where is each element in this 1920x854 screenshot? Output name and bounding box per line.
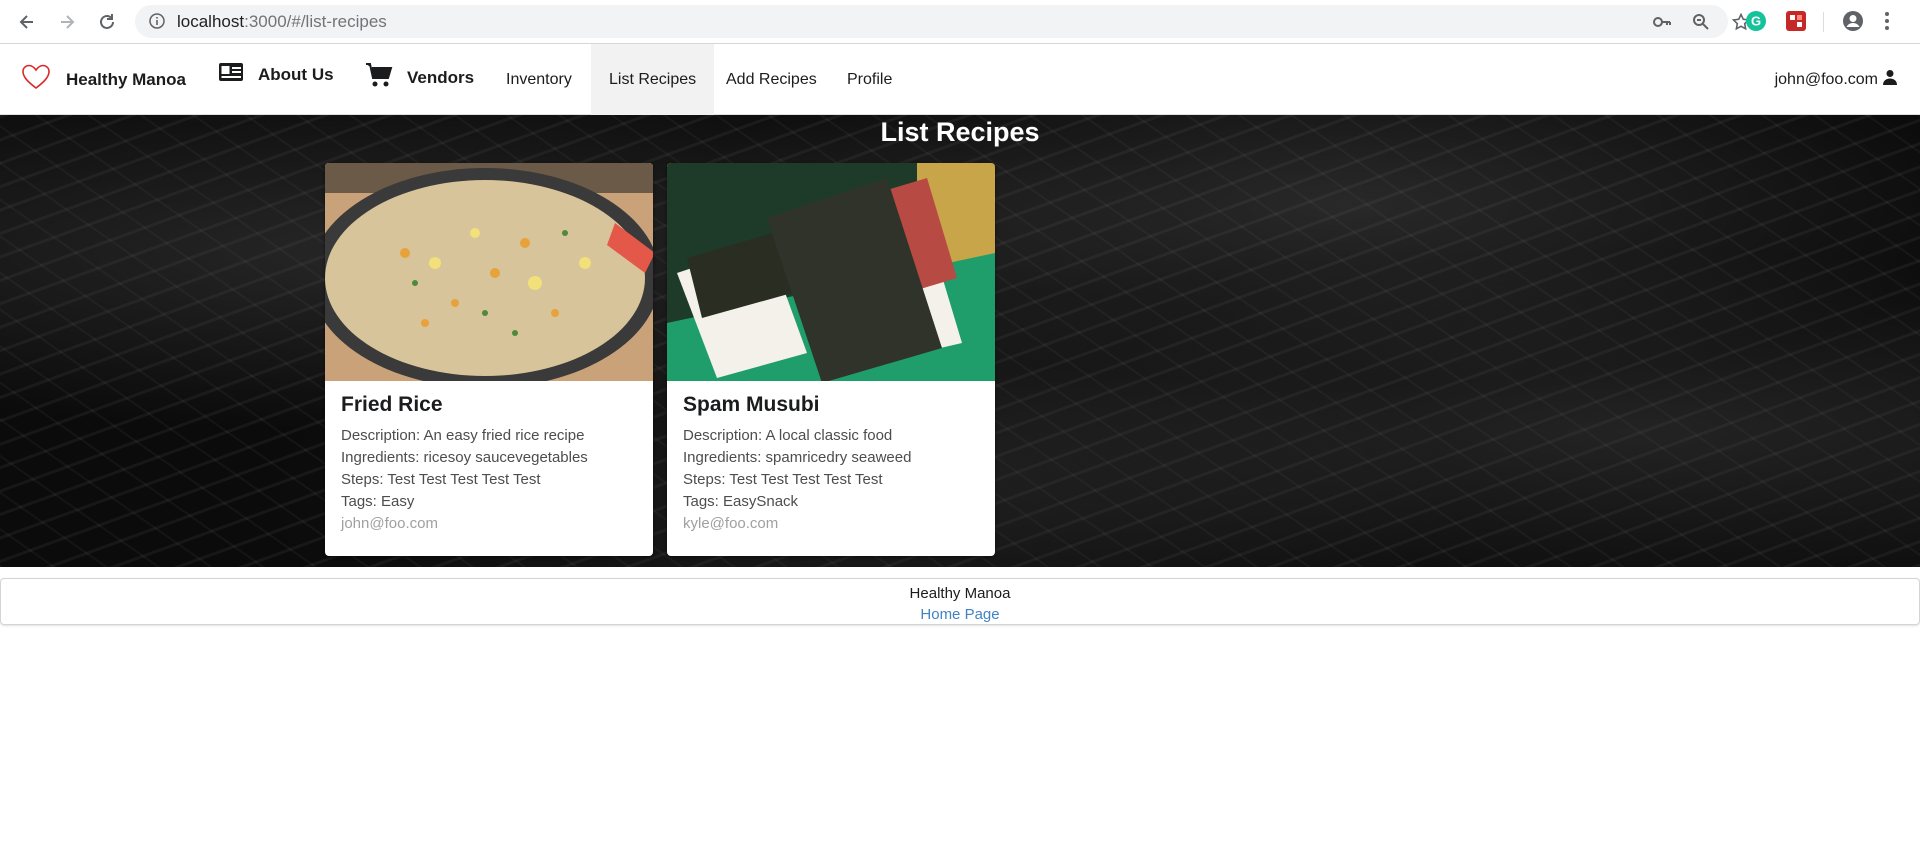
shopping-cart-icon: [365, 62, 393, 93]
url-path: :3000/#/list-recipes: [244, 12, 387, 31]
account-icon[interactable]: [1842, 10, 1864, 32]
recipe-description: Description: A local classic food: [683, 427, 893, 444]
info-icon[interactable]: [149, 13, 165, 29]
inventory-link[interactable]: Inventory: [488, 44, 590, 115]
recipe-tags: Tags: Easy: [341, 493, 415, 510]
brand-link[interactable]: Healthy Manoa: [20, 62, 186, 97]
recipe-card[interactable]: Spam Musubi Description: A local classic…: [667, 163, 995, 556]
svg-text:G: G: [1751, 14, 1761, 29]
url-host: localhost: [177, 12, 245, 31]
brand-label: Healthy Manoa: [66, 69, 186, 89]
grammarly-icon[interactable]: G: [1745, 10, 1767, 32]
url-text: localhost:3000/#/list-recipes: [177, 12, 387, 32]
arrow-right-icon[interactable]: [53, 8, 81, 36]
footer-site-name: Healthy Manoa: [909, 585, 1011, 602]
reload-icon[interactable]: [93, 8, 121, 36]
spam-musubi-image: [667, 163, 995, 381]
about-us-label: About Us: [258, 64, 334, 84]
footer: Healthy Manoa Home Page: [0, 578, 1920, 625]
user-icon: [1882, 69, 1898, 90]
heart-icon: [20, 62, 52, 97]
vendors-label: Vendors: [407, 67, 475, 87]
user-email: john@foo.com: [1774, 70, 1878, 88]
magnifier-icon[interactable]: [1692, 13, 1710, 31]
recipe-description: Description: An easy fried rice recipe: [341, 427, 585, 444]
key-icon[interactable]: [1652, 13, 1671, 31]
user-dropdown[interactable]: john@foo.com: [1775, 69, 1898, 90]
page-title: List Recipes: [880, 117, 1040, 147]
toolbar-divider: [1823, 12, 1824, 32]
recipe-name: Fried Rice: [341, 393, 443, 416]
add-recipes-link[interactable]: Add Recipes: [708, 44, 835, 115]
home-page-link[interactable]: Home Page: [1, 605, 1919, 625]
about-us-link[interactable]: About Us: [218, 62, 334, 87]
list-recipes-link[interactable]: List Recipes: [591, 44, 715, 115]
fried-rice-image: [325, 163, 653, 381]
recipe-steps: Steps: Test Test Test Test Test: [341, 471, 541, 488]
arrow-left-icon[interactable]: [13, 8, 41, 36]
recipe-steps: Steps: Test Test Test Test Test: [683, 471, 883, 488]
address-bar[interactable]: localhost:3000/#/list-recipes: [135, 5, 1751, 38]
extension-icon[interactable]: [1785, 10, 1807, 32]
recipe-owner: john@foo.com: [341, 515, 438, 532]
recipe-tags: Tags: EasySnack: [683, 493, 799, 510]
app-navbar: Healthy Manoa About Us Vendors Inventory…: [0, 44, 1920, 115]
recipe-owner: kyle@foo.com: [683, 515, 779, 532]
browser-toolbar: localhost:3000/#/list-recipes G: [0, 0, 1920, 44]
kebab-menu-icon[interactable]: [1883, 10, 1905, 32]
recipe-name: Spam Musubi: [683, 393, 820, 416]
recipe-ingredients: Ingredients: ricesoy saucevegetables: [341, 449, 588, 466]
profile-link[interactable]: Profile: [829, 44, 910, 115]
id-card-icon: [218, 62, 244, 87]
recipe-card[interactable]: Fried Rice Description: An easy fried ri…: [325, 163, 653, 556]
recipe-ingredients: Ingredients: spamricedry seaweed: [683, 449, 912, 466]
vendors-link[interactable]: Vendors: [365, 62, 474, 93]
